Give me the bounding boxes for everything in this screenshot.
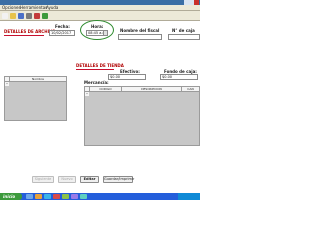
mercancia-label: Mercancía:: [84, 80, 109, 85]
fondo-caja-field[interactable]: $0.00: [160, 74, 198, 80]
codigo-column-header[interactable]: CODIGO: [90, 87, 122, 92]
siguiente-button[interactable]: Siguiente: [32, 176, 54, 183]
descripcion-column-header[interactable]: DESCRIPCION: [122, 87, 182, 92]
efectivo-value: $0.00: [110, 75, 121, 79]
taskbar-app-icon[interactable]: [35, 194, 42, 199]
guardar-imprimir-button[interactable]: Guardar/Imprimir: [103, 176, 134, 183]
cantidad-column-header[interactable]: CAN: [182, 87, 199, 92]
fondo-caja-value: $0.00: [162, 75, 173, 79]
taskbar-app-icon[interactable]: [53, 194, 60, 199]
refresh-icon[interactable]: [42, 13, 48, 19]
taskbar-app-icon[interactable]: [44, 194, 51, 199]
save-icon[interactable]: [18, 13, 24, 19]
taskbar-app-icon[interactable]: [62, 194, 69, 199]
num-caja-label: N° de caja: [172, 28, 195, 33]
system-tray: [178, 193, 200, 200]
print-icon[interactable]: [26, 13, 32, 19]
hora-highlight-ring: [80, 20, 114, 40]
archivo-list-header: Nombre: [5, 77, 66, 82]
delete-icon[interactable]: [34, 13, 40, 19]
tienda-section-title: DETALLES DE TIENDA: [76, 63, 124, 68]
fecha-value: 10/02/2017: [51, 31, 72, 35]
efectivo-field[interactable]: $0.00: [108, 74, 146, 80]
mercancia-grid-header: CODIGO DESCRIPCION CAN: [85, 87, 199, 92]
taskbar-app-icon[interactable]: [26, 194, 33, 199]
new-icon[interactable]: [2, 13, 8, 19]
open-icon[interactable]: [10, 13, 16, 19]
archivo-title-rule: [4, 35, 44, 36]
button-bar: Siguiente Nuevo Editar Guardar/Imprimir: [0, 172, 200, 193]
fecha-field[interactable]: 10/02/2017: [49, 30, 75, 36]
archivo-section-title: DETALLES DE ARCHIVO: [4, 29, 56, 34]
new-row-icon[interactable]: *: [85, 92, 89, 96]
taskbar: inicio: [0, 193, 200, 200]
start-button[interactable]: inicio: [0, 193, 22, 200]
num-caja-field[interactable]: [168, 34, 200, 40]
fecha-label: Fecha:: [55, 24, 70, 29]
nombre-column-header: Nombre: [32, 77, 44, 81]
new-row-icon[interactable]: *: [5, 82, 9, 86]
main-form: DETALLES DE ARCHIVO Fecha: 10/02/2017 Ho…: [0, 20, 200, 193]
nombre-fiscal-label: Nombre del fiscal: [120, 28, 160, 33]
nombre-fiscal-field[interactable]: [118, 34, 162, 40]
editar-button[interactable]: Editar: [80, 176, 99, 183]
nuevo-button[interactable]: Nuevo: [58, 176, 76, 183]
taskbar-app-icon[interactable]: [71, 194, 78, 199]
taskbar-app-icon[interactable]: [80, 194, 87, 199]
mercancia-grid[interactable]: CODIGO DESCRIPCION CAN *: [84, 86, 200, 146]
tienda-title-rule: [76, 69, 114, 70]
archivo-list-grid[interactable]: Nombre *: [4, 76, 67, 121]
